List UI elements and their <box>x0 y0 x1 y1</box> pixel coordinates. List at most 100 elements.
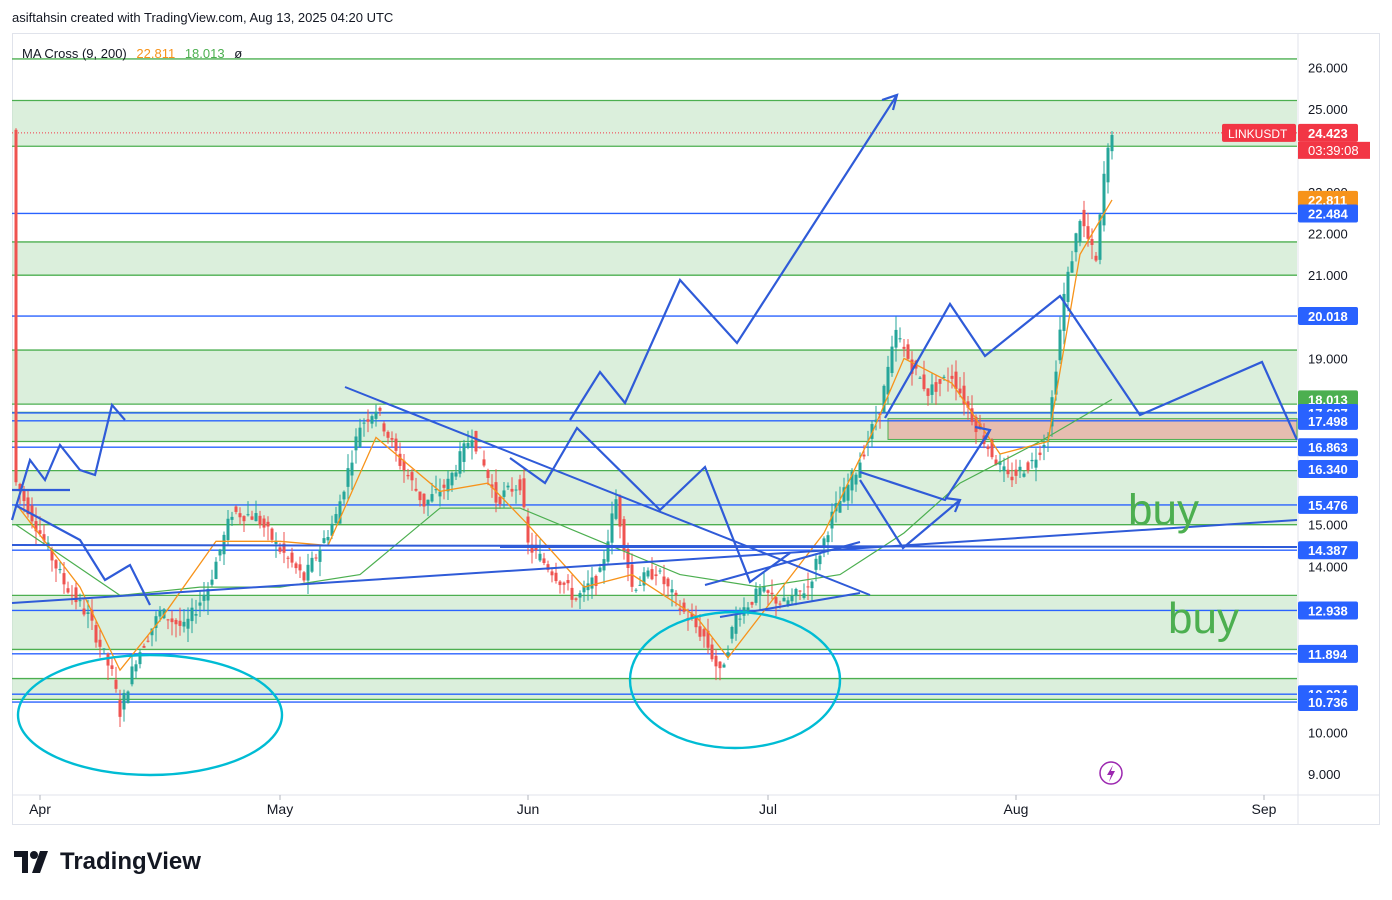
candle-body <box>650 569 654 580</box>
candle-body <box>638 584 642 586</box>
y-tick-label: 26.000 <box>1308 60 1348 75</box>
candle-body <box>514 489 518 491</box>
candle-body <box>78 600 82 602</box>
candle-body <box>590 577 594 589</box>
candle-body <box>1022 473 1026 477</box>
tradingview-brand[interactable]: TradingView <box>14 848 201 876</box>
symbol-tag-text: LINKUSDT <box>1228 127 1288 141</box>
candle-body <box>462 443 466 462</box>
price-label-text: 24.423 <box>1308 126 1348 141</box>
candle-body <box>310 557 314 572</box>
candle-body <box>1086 226 1090 239</box>
support-zone <box>12 350 1297 405</box>
candle-body <box>394 438 398 451</box>
candle-body <box>362 422 366 424</box>
candle-body <box>802 593 806 598</box>
lightning-icon[interactable] <box>1099 761 1123 785</box>
candle-body <box>1042 444 1046 447</box>
candle-body <box>1082 209 1086 227</box>
candle-body <box>674 592 678 596</box>
candle-body <box>54 560 58 569</box>
candle-body <box>390 438 394 440</box>
candle-body <box>478 447 482 449</box>
candle-body <box>934 382 938 392</box>
candle-body <box>790 595 794 602</box>
price-label-text: 16.863 <box>1308 440 1348 455</box>
candle-body <box>210 579 214 585</box>
candle-body <box>930 384 934 395</box>
candle-body <box>658 570 662 572</box>
candle-body <box>722 664 726 668</box>
candle-body <box>854 474 858 485</box>
candle-body <box>194 614 198 616</box>
candle-body <box>698 626 702 637</box>
candle-body <box>886 366 890 395</box>
support-zone <box>12 595 1297 650</box>
candle-body <box>1026 462 1030 471</box>
candle-body <box>450 472 454 486</box>
x-tick-label: Apr <box>29 801 51 817</box>
indicator-name: MA Cross (9, 200) <box>22 46 127 61</box>
candle-body <box>610 513 614 543</box>
candle-body <box>666 578 670 587</box>
candle-body <box>118 700 122 717</box>
candle-body <box>938 379 942 384</box>
candle-body <box>1106 147 1110 183</box>
candle-body <box>794 589 798 597</box>
candle-body <box>378 407 382 411</box>
y-tick-label: 10.000 <box>1308 726 1348 741</box>
candle-body <box>550 571 554 576</box>
candle-body <box>950 375 954 379</box>
y-tick-label: 9.000 <box>1308 767 1341 782</box>
tradingview-logo-icon <box>14 851 48 873</box>
candle-body <box>270 528 274 540</box>
candle-body <box>358 427 362 448</box>
ma-slow-value: 18.013 <box>184 46 225 61</box>
candle-body <box>166 619 170 621</box>
candle-body <box>294 563 298 569</box>
candle-body <box>286 557 290 559</box>
candle-body <box>1030 459 1034 462</box>
candle-body <box>410 472 414 481</box>
trend-line <box>704 541 861 586</box>
price-chart[interactable]: buybuy26.00025.00023.00022.00021.00019.0… <box>0 0 1392 900</box>
candle-body <box>370 416 374 424</box>
candle-body <box>570 587 574 600</box>
x-tick-label: May <box>267 801 293 817</box>
candle-body <box>618 496 622 527</box>
candle-body <box>710 644 714 660</box>
candle-body <box>814 558 818 570</box>
candle-body <box>1094 255 1098 261</box>
candle-body <box>190 607 194 622</box>
candle-body <box>314 557 318 559</box>
candle-body <box>298 564 302 571</box>
candle-body <box>430 494 434 502</box>
candle-body <box>758 587 762 596</box>
candle-body <box>890 346 894 374</box>
candle-body <box>542 558 546 563</box>
support-zone <box>12 100 1297 147</box>
candle-body <box>262 518 266 528</box>
candle-body <box>1110 134 1114 152</box>
candle-body <box>574 598 578 600</box>
candle-body <box>754 588 758 603</box>
candle-body <box>122 692 126 710</box>
x-tick-label: Jun <box>517 801 540 817</box>
candle-body <box>126 691 130 704</box>
candle-body <box>414 488 418 491</box>
candle-body <box>798 590 802 592</box>
candle-body <box>1070 261 1074 273</box>
x-tick-label: Aug <box>1004 801 1029 817</box>
candle-body <box>518 479 522 491</box>
indicator-legend[interactable]: MA Cross (9, 200) 22.811 18.013 ø <box>22 46 242 61</box>
candle-body <box>898 338 902 340</box>
candle-body <box>750 601 754 605</box>
candle-body <box>230 516 234 520</box>
candle-body <box>562 582 566 585</box>
candle-body <box>646 570 650 577</box>
candle-body <box>522 478 526 508</box>
candle-body <box>22 490 26 502</box>
candle-body <box>738 618 742 620</box>
candle-body <box>678 608 682 611</box>
candle-body <box>634 589 638 591</box>
